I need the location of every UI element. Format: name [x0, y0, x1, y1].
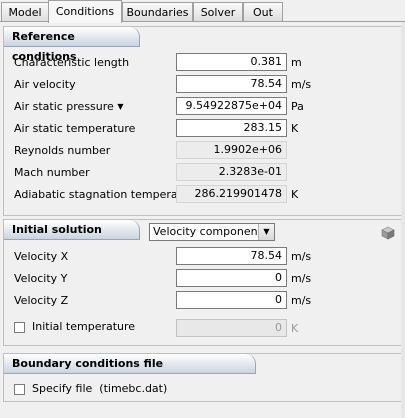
specify-file-hint: (timebc.dat): [99, 382, 168, 395]
initial-temperature-label: Initial temperature: [32, 320, 136, 333]
characteristic-length-input[interactable]: 0.381: [176, 53, 287, 71]
specify-file-text: Specify file: [32, 382, 93, 395]
characteristic-length-unit: m: [291, 56, 302, 69]
vertical-scrollbar[interactable]: [401, 22, 405, 418]
reference-conditions-header: Reference conditions: [4, 27, 140, 63]
characteristic-length-label: Characteristic length: [14, 56, 130, 69]
tab-out[interactable]: Out: [243, 2, 283, 21]
velocity-z-input[interactable]: 0: [176, 291, 287, 309]
reynolds-number-value: 1.9902e+06: [176, 141, 287, 159]
initial-temperature-unit: K: [291, 322, 299, 335]
cube-icon[interactable]: [381, 226, 395, 240]
velocity-y-input[interactable]: 0: [176, 269, 287, 287]
air-velocity-input[interactable]: 78.54: [176, 75, 287, 93]
initial-solution-header: Initial solution: [4, 220, 140, 240]
initial-temperature-input: 0: [176, 319, 287, 337]
velocity-z-unit: m/s: [291, 294, 312, 307]
air-velocity-unit: m/s: [291, 78, 312, 91]
reference-conditions-panel: Reference conditions Characteristic leng…: [3, 26, 402, 216]
initial-temperature-checkbox[interactable]: [14, 322, 25, 333]
tab-bar: Model Conditions Boundaries Solver Out: [0, 0, 405, 23]
velocity-z-label: Velocity Z: [14, 294, 69, 307]
boundary-conditions-file-panel: Boundary conditions file Specify file (t…: [3, 353, 402, 402]
velocity-mode-value: Velocity components: [153, 225, 268, 238]
air-static-temperature-label: Air static temperature: [14, 122, 136, 135]
adiabatic-stagnation-temperature-value: 286.219901478: [176, 185, 287, 203]
initial-solution-panel: Initial solution Velocity components ▼ V…: [3, 219, 402, 346]
air-static-temperature-input[interactable]: 283.15: [176, 119, 287, 137]
adiabatic-stagnation-temperature-label: Adiabatic stagnation temperature: [14, 188, 200, 201]
specify-file-checkbox[interactable]: [14, 384, 25, 395]
tab-boundaries[interactable]: Boundaries: [122, 2, 193, 21]
velocity-x-input[interactable]: 78.54: [176, 247, 287, 265]
air-static-pressure-input[interactable]: 9.54922875e+04: [176, 97, 287, 115]
tab-conditions[interactable]: Conditions: [48, 0, 122, 23]
tab-model[interactable]: Model: [1, 2, 49, 21]
boundary-conditions-file-header: Boundary conditions file: [4, 354, 256, 374]
mach-number-label: Mach number: [14, 166, 90, 179]
velocity-y-label: Velocity Y: [14, 272, 68, 285]
pressure-dropdown-icon[interactable]: ▼: [117, 102, 123, 111]
velocity-x-unit: m/s: [291, 250, 312, 263]
reynolds-number-label: Reynolds number: [14, 144, 111, 157]
air-velocity-label: Air velocity: [14, 78, 76, 91]
air-static-pressure-label: Air static pressure ▼: [14, 99, 123, 116]
velocity-mode-select[interactable]: Velocity components ▼: [149, 223, 275, 241]
mach-number-value: 2.3283e-01: [176, 163, 287, 181]
air-static-pressure-unit: Pa: [291, 100, 304, 113]
adiabatic-stagnation-temperature-unit: K: [291, 188, 299, 201]
tab-solver[interactable]: Solver: [193, 2, 243, 21]
velocity-y-unit: m/s: [291, 272, 312, 285]
specify-file-label: Specify file (timebc.dat): [32, 381, 167, 397]
air-static-temperature-unit: K: [291, 122, 299, 135]
velocity-x-label: Velocity X: [14, 250, 69, 263]
chevron-down-icon[interactable]: ▼: [258, 224, 274, 240]
air-static-pressure-text: Air static pressure: [14, 100, 114, 113]
